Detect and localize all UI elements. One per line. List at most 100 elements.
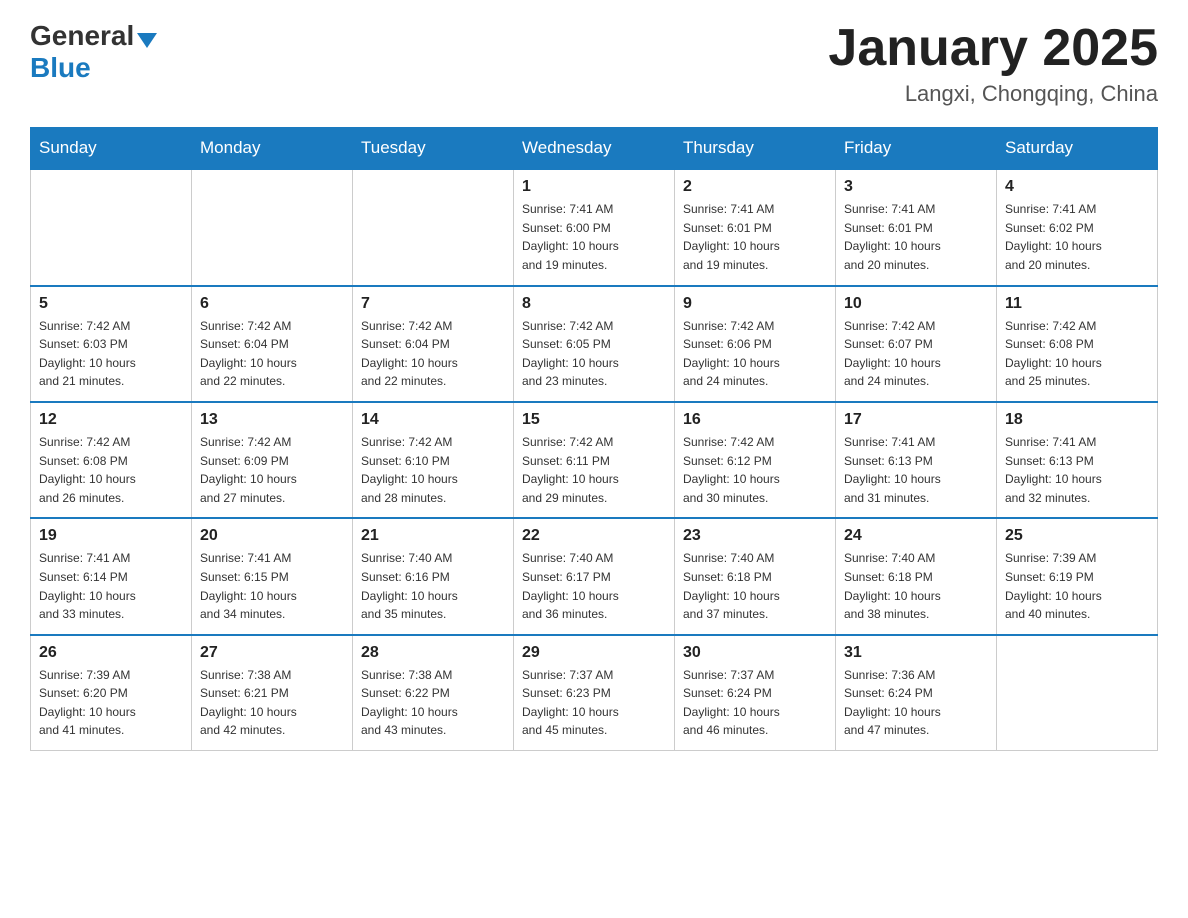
logo-arrow-icon bbox=[137, 33, 157, 48]
calendar-cell: 4 Sunrise: 7:41 AM Sunset: 6:02 PM Daylig… bbox=[997, 169, 1158, 285]
day-number: 7 bbox=[361, 295, 505, 313]
day-info: Sunrise: 7:42 AM Sunset: 6:12 PM Dayligh… bbox=[683, 435, 780, 505]
day-number: 10 bbox=[844, 295, 988, 313]
day-header-friday: Friday bbox=[836, 128, 997, 170]
calendar-cell: 30 Sunrise: 7:37 AM Sunset: 6:24 PM Dayli… bbox=[675, 635, 836, 751]
calendar-cell: 22 Sunrise: 7:40 AM Sunset: 6:17 PM Dayli… bbox=[514, 518, 675, 634]
day-info: Sunrise: 7:41 AM Sunset: 6:00 PM Dayligh… bbox=[522, 202, 619, 272]
day-number: 23 bbox=[683, 527, 827, 545]
calendar-cell: 11 Sunrise: 7:42 AM Sunset: 6:08 PM Dayli… bbox=[997, 286, 1158, 402]
calendar-table: SundayMondayTuesdayWednesdayThursdayFrid… bbox=[30, 127, 1158, 751]
day-number: 21 bbox=[361, 527, 505, 545]
day-number: 17 bbox=[844, 411, 988, 429]
day-header-thursday: Thursday bbox=[675, 128, 836, 170]
calendar-cell: 20 Sunrise: 7:41 AM Sunset: 6:15 PM Dayli… bbox=[192, 518, 353, 634]
calendar-cell: 1 Sunrise: 7:41 AM Sunset: 6:00 PM Daylig… bbox=[514, 169, 675, 285]
calendar-cell: 15 Sunrise: 7:42 AM Sunset: 6:11 PM Dayli… bbox=[514, 402, 675, 518]
calendar-cell bbox=[192, 169, 353, 285]
day-number: 8 bbox=[522, 295, 666, 313]
day-number: 6 bbox=[200, 295, 344, 313]
day-info: Sunrise: 7:42 AM Sunset: 6:08 PM Dayligh… bbox=[39, 435, 136, 505]
day-info: Sunrise: 7:41 AM Sunset: 6:13 PM Dayligh… bbox=[1005, 435, 1102, 505]
calendar-cell bbox=[353, 169, 514, 285]
calendar-cell bbox=[31, 169, 192, 285]
day-info: Sunrise: 7:38 AM Sunset: 6:22 PM Dayligh… bbox=[361, 668, 458, 738]
day-number: 3 bbox=[844, 178, 988, 196]
day-number: 1 bbox=[522, 178, 666, 196]
day-info: Sunrise: 7:42 AM Sunset: 6:03 PM Dayligh… bbox=[39, 319, 136, 389]
calendar-cell: 8Sunrise: 7:42 AM Sunset: 6:05 PM Daylig… bbox=[514, 286, 675, 402]
day-info: Sunrise: 7:42 AM Sunset: 6:06 PM Dayligh… bbox=[683, 319, 780, 389]
day-number: 4 bbox=[1005, 178, 1149, 196]
day-number: 14 bbox=[361, 411, 505, 429]
day-number: 15 bbox=[522, 411, 666, 429]
day-info: Sunrise: 7:38 AM Sunset: 6:21 PM Dayligh… bbox=[200, 668, 297, 738]
calendar-cell: 29Sunrise: 7:37 AM Sunset: 6:23 PM Dayli… bbox=[514, 635, 675, 751]
day-info: Sunrise: 7:42 AM Sunset: 6:07 PM Dayligh… bbox=[844, 319, 941, 389]
calendar-subtitle: Langxi, Chongqing, China bbox=[828, 81, 1158, 107]
day-number: 29 bbox=[522, 644, 666, 662]
calendar-cell: 17 Sunrise: 7:41 AM Sunset: 6:13 PM Dayli… bbox=[836, 402, 997, 518]
day-number: 28 bbox=[361, 644, 505, 662]
day-info: Sunrise: 7:42 AM Sunset: 6:08 PM Dayligh… bbox=[1005, 319, 1102, 389]
day-number: 11 bbox=[1005, 295, 1149, 313]
day-info: Sunrise: 7:42 AM Sunset: 6:11 PM Dayligh… bbox=[522, 435, 619, 505]
day-number: 20 bbox=[200, 527, 344, 545]
day-info: Sunrise: 7:39 AM Sunset: 6:20 PM Dayligh… bbox=[39, 668, 136, 738]
day-number: 30 bbox=[683, 644, 827, 662]
week-row-3: 12 Sunrise: 7:42 AM Sunset: 6:08 PM Dayli… bbox=[31, 402, 1158, 518]
day-number: 9 bbox=[683, 295, 827, 313]
day-info: Sunrise: 7:41 AM Sunset: 6:13 PM Dayligh… bbox=[844, 435, 941, 505]
calendar-cell: 3 Sunrise: 7:41 AM Sunset: 6:01 PM Daylig… bbox=[836, 169, 997, 285]
logo-blue: Blue bbox=[30, 52, 91, 84]
calendar-cell: 5 Sunrise: 7:42 AM Sunset: 6:03 PM Daylig… bbox=[31, 286, 192, 402]
calendar-cell: 28 Sunrise: 7:38 AM Sunset: 6:22 PM Dayli… bbox=[353, 635, 514, 751]
day-info: Sunrise: 7:40 AM Sunset: 6:18 PM Dayligh… bbox=[683, 551, 780, 621]
day-info: Sunrise: 7:42 AM Sunset: 6:04 PM Dayligh… bbox=[361, 319, 458, 389]
day-number: 13 bbox=[200, 411, 344, 429]
calendar-cell: 6 Sunrise: 7:42 AM Sunset: 6:04 PM Daylig… bbox=[192, 286, 353, 402]
day-number: 5 bbox=[39, 295, 183, 313]
day-number: 22 bbox=[522, 527, 666, 545]
day-number: 19 bbox=[39, 527, 183, 545]
day-info: Sunrise: 7:41 AM Sunset: 6:01 PM Dayligh… bbox=[683, 202, 780, 272]
day-header-monday: Monday bbox=[192, 128, 353, 170]
week-row-1: 1 Sunrise: 7:41 AM Sunset: 6:00 PM Daylig… bbox=[31, 169, 1158, 285]
day-info: Sunrise: 7:42 AM Sunset: 6:10 PM Dayligh… bbox=[361, 435, 458, 505]
calendar-cell: 21 Sunrise: 7:40 AM Sunset: 6:16 PM Dayli… bbox=[353, 518, 514, 634]
day-info: Sunrise: 7:42 AM Sunset: 6:04 PM Dayligh… bbox=[200, 319, 297, 389]
day-header-saturday: Saturday bbox=[997, 128, 1158, 170]
calendar-cell: 26Sunrise: 7:39 AM Sunset: 6:20 PM Dayli… bbox=[31, 635, 192, 751]
day-number: 24 bbox=[844, 527, 988, 545]
day-info: Sunrise: 7:37 AM Sunset: 6:24 PM Dayligh… bbox=[683, 668, 780, 738]
day-number: 12 bbox=[39, 411, 183, 429]
day-number: 27 bbox=[200, 644, 344, 662]
week-row-5: 26Sunrise: 7:39 AM Sunset: 6:20 PM Dayli… bbox=[31, 635, 1158, 751]
calendar-cell: 2Sunrise: 7:41 AM Sunset: 6:01 PM Daylig… bbox=[675, 169, 836, 285]
day-info: Sunrise: 7:40 AM Sunset: 6:16 PM Dayligh… bbox=[361, 551, 458, 621]
calendar-title: January 2025 bbox=[828, 20, 1158, 77]
calendar-cell: 16 Sunrise: 7:42 AM Sunset: 6:12 PM Dayli… bbox=[675, 402, 836, 518]
calendar-cell: 25Sunrise: 7:39 AM Sunset: 6:19 PM Dayli… bbox=[997, 518, 1158, 634]
week-row-2: 5 Sunrise: 7:42 AM Sunset: 6:03 PM Daylig… bbox=[31, 286, 1158, 402]
day-info: Sunrise: 7:42 AM Sunset: 6:09 PM Dayligh… bbox=[200, 435, 297, 505]
day-number: 18 bbox=[1005, 411, 1149, 429]
calendar-cell: 18 Sunrise: 7:41 AM Sunset: 6:13 PM Dayli… bbox=[997, 402, 1158, 518]
calendar-cell: 13 Sunrise: 7:42 AM Sunset: 6:09 PM Dayli… bbox=[192, 402, 353, 518]
day-info: Sunrise: 7:39 AM Sunset: 6:19 PM Dayligh… bbox=[1005, 551, 1102, 621]
day-info: Sunrise: 7:41 AM Sunset: 6:02 PM Dayligh… bbox=[1005, 202, 1102, 272]
day-info: Sunrise: 7:41 AM Sunset: 6:01 PM Dayligh… bbox=[844, 202, 941, 272]
logo: General Blue bbox=[30, 20, 157, 84]
calendar-cell: 14 Sunrise: 7:42 AM Sunset: 6:10 PM Dayli… bbox=[353, 402, 514, 518]
day-info: Sunrise: 7:40 AM Sunset: 6:17 PM Dayligh… bbox=[522, 551, 619, 621]
calendar-cell bbox=[997, 635, 1158, 751]
calendar-cell: 19Sunrise: 7:41 AM Sunset: 6:14 PM Dayli… bbox=[31, 518, 192, 634]
day-info: Sunrise: 7:41 AM Sunset: 6:15 PM Dayligh… bbox=[200, 551, 297, 621]
day-header-tuesday: Tuesday bbox=[353, 128, 514, 170]
calendar-cell: 7 Sunrise: 7:42 AM Sunset: 6:04 PM Daylig… bbox=[353, 286, 514, 402]
calendar-cell: 27 Sunrise: 7:38 AM Sunset: 6:21 PM Dayli… bbox=[192, 635, 353, 751]
day-number: 16 bbox=[683, 411, 827, 429]
calendar-cell: 23 Sunrise: 7:40 AM Sunset: 6:18 PM Dayli… bbox=[675, 518, 836, 634]
day-info: Sunrise: 7:36 AM Sunset: 6:24 PM Dayligh… bbox=[844, 668, 941, 738]
day-header-wednesday: Wednesday bbox=[514, 128, 675, 170]
